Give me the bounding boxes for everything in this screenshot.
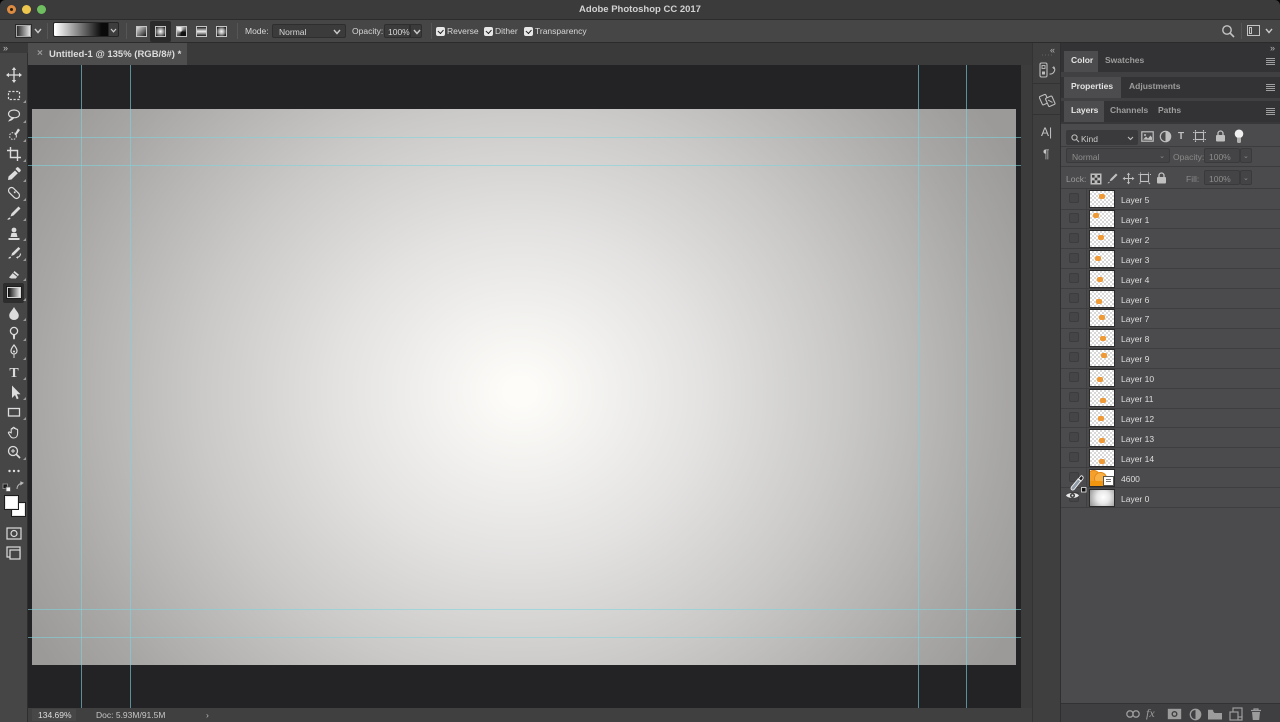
svg-text:T: T	[9, 366, 19, 380]
